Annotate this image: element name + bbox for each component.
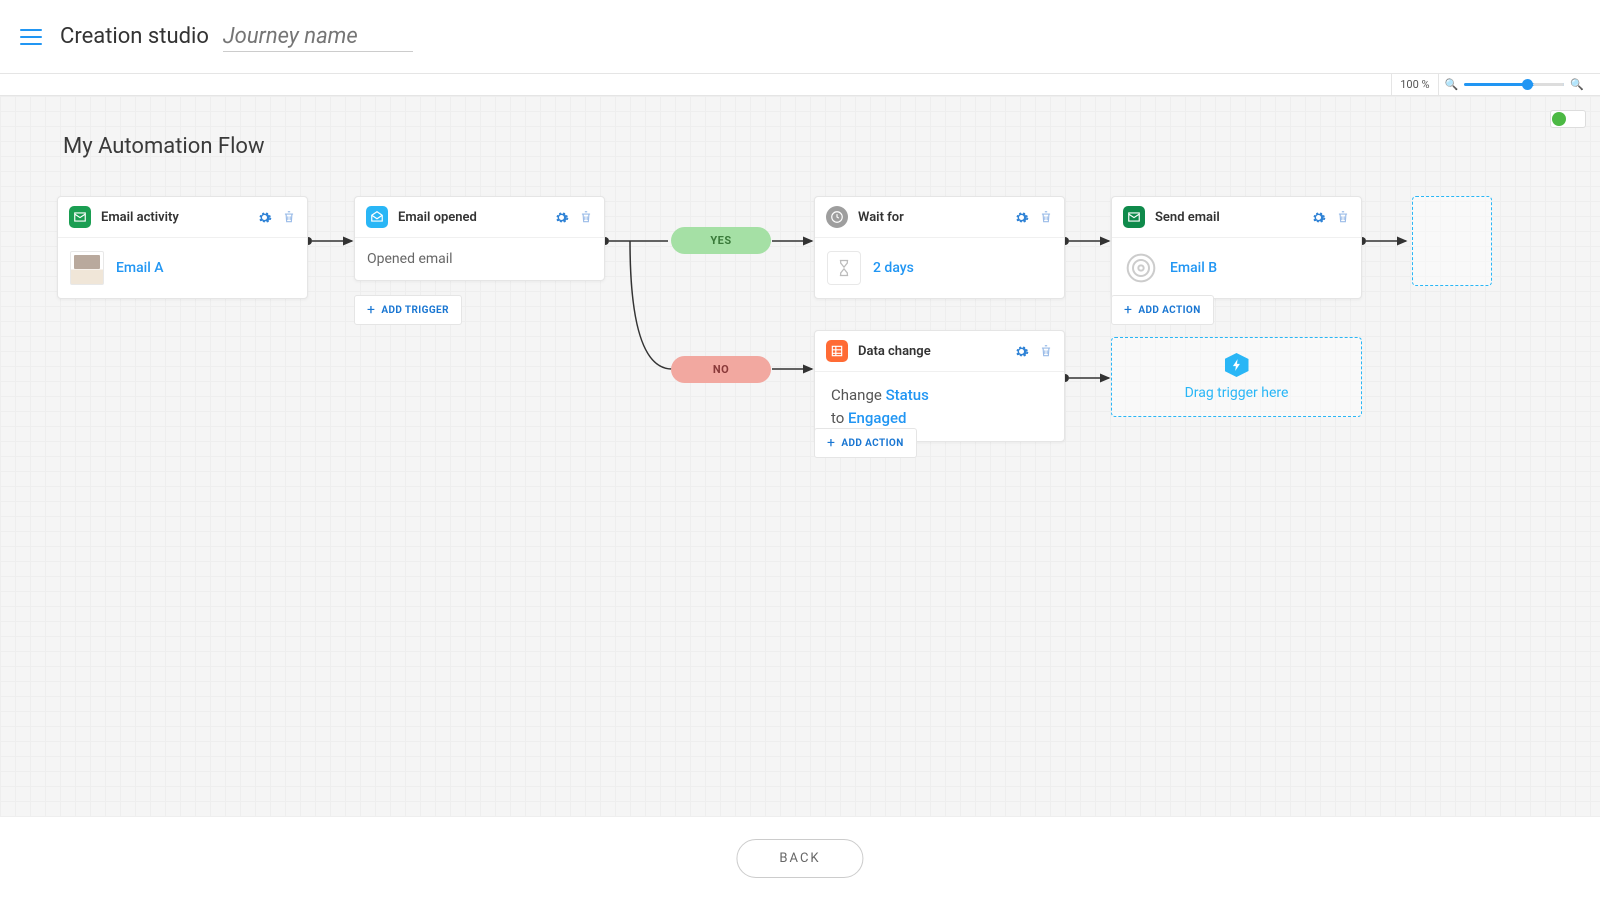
add-action-button-2[interactable]: + ADD ACTION — [814, 428, 917, 458]
add-trigger-label: ADD TRIGGER — [381, 305, 449, 316]
grid-icon — [826, 340, 848, 362]
zoom-slider[interactable] — [1464, 83, 1564, 86]
text-change: Change — [831, 386, 886, 404]
field-engaged[interactable]: Engaged — [848, 409, 906, 427]
trash-icon[interactable] — [282, 209, 296, 225]
menu-icon[interactable] — [20, 29, 42, 45]
add-action-button[interactable]: + ADD ACTION — [1111, 295, 1214, 325]
spiral-icon — [1124, 251, 1158, 285]
gear-icon[interactable] — [1014, 344, 1029, 359]
back-button[interactable]: BACK — [736, 839, 863, 878]
zoom-out-icon[interactable]: 🔍 — [1445, 78, 1459, 91]
journey-name-input[interactable] — [223, 22, 413, 52]
plus-icon: + — [367, 302, 375, 318]
gear-icon[interactable] — [554, 210, 569, 225]
gear-icon[interactable] — [1311, 210, 1326, 225]
node-title: Data change — [858, 344, 1004, 359]
node-title: Email activity — [101, 210, 247, 225]
grid-toggle[interactable] — [1550, 110, 1586, 128]
node-value[interactable]: 2 days — [873, 260, 914, 276]
add-trigger-button[interactable]: + ADD TRIGGER — [354, 295, 462, 325]
node-value: Opened email — [367, 251, 453, 267]
node-title: Wait for — [858, 210, 1004, 225]
node-title: Email opened — [398, 210, 544, 225]
zoom-control[interactable]: 🔍 🔍 — [1439, 78, 1590, 91]
trash-icon[interactable] — [1039, 209, 1053, 225]
canvas[interactable]: My Automation Flow Email activity — [0, 96, 1600, 817]
gear-icon[interactable] — [257, 210, 272, 225]
node-email-activity[interactable]: Email activity Email A — [57, 196, 308, 299]
hourglass-icon — [827, 251, 861, 285]
node-data-change[interactable]: Data change Change Status to Engaged — [814, 330, 1065, 442]
node-email-opened[interactable]: Email opened Opened email — [354, 196, 605, 281]
topbar: Creation studio — [0, 0, 1600, 74]
add-action-label: ADD ACTION — [1138, 305, 1200, 316]
dropzone-trigger[interactable]: Drag trigger here — [1111, 337, 1362, 417]
trash-icon[interactable] — [1336, 209, 1350, 225]
zoom-in-icon[interactable]: 🔍 — [1570, 78, 1584, 91]
trash-icon[interactable] — [579, 209, 593, 225]
node-wait-for[interactable]: Wait for 2 days — [814, 196, 1065, 299]
envelope-icon — [69, 206, 91, 228]
envelope-open-icon — [366, 206, 388, 228]
zoom-bar: 100 % 🔍 🔍 — [0, 74, 1600, 96]
node-value[interactable]: Email B — [1170, 260, 1217, 276]
plus-icon: + — [1124, 302, 1132, 318]
plus-icon: + — [827, 435, 835, 451]
clock-icon — [826, 206, 848, 228]
branch-yes[interactable]: YES — [671, 227, 771, 254]
envelope-icon — [1123, 206, 1145, 228]
email-thumbnail-icon — [70, 251, 104, 285]
dropzone-label: Drag trigger here — [1185, 385, 1289, 401]
node-value[interactable]: Email A — [116, 260, 164, 276]
gear-icon[interactable] — [1014, 210, 1029, 225]
node-title: Send email — [1155, 210, 1301, 225]
lightning-icon — [1225, 353, 1249, 377]
flow-title: My Automation Flow — [63, 134, 265, 159]
node-send-email[interactable]: Send email Email B — [1111, 196, 1362, 299]
field-status[interactable]: Status — [886, 386, 929, 404]
zoom-percent: 100 % — [1391, 74, 1438, 95]
branch-no[interactable]: NO — [671, 356, 771, 383]
trash-icon[interactable] — [1039, 343, 1053, 359]
studio-title: Creation studio — [60, 24, 209, 49]
empty-slot[interactable] — [1412, 196, 1492, 286]
text-to: to — [831, 409, 848, 427]
add-action-label: ADD ACTION — [841, 438, 903, 449]
